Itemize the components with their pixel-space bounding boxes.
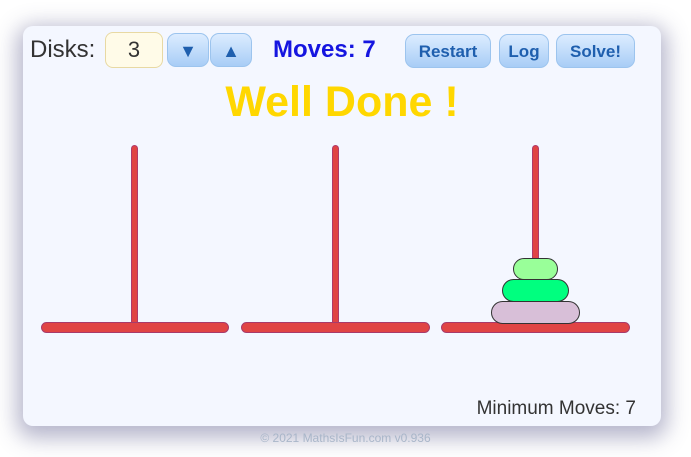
arrow-down-icon: ▼: [179, 41, 197, 61]
disks-count-field[interactable]: 3: [105, 32, 163, 68]
minimum-moves-text: Minimum Moves: 7: [476, 398, 636, 419]
footer-copyright: © 2021 MathsIsFun.com v0.936: [260, 431, 431, 445]
peg-1-base[interactable]: [41, 322, 229, 333]
arrow-up-icon: ▲: [222, 41, 240, 61]
restart-button[interactable]: Restart: [405, 34, 491, 68]
top-backdrop: [0, 0, 691, 28]
disk-large[interactable]: [491, 301, 580, 324]
peg-1-pole[interactable]: [131, 145, 138, 327]
moves-counter: Moves: 7: [273, 36, 376, 63]
solve-button[interactable]: Solve!: [556, 34, 635, 68]
peg-2-base[interactable]: [241, 322, 430, 333]
disk-small[interactable]: [513, 258, 558, 280]
disks-label: Disks:: [30, 36, 96, 63]
disk-medium[interactable]: [502, 279, 569, 302]
success-message: Well Done !: [225, 78, 459, 126]
game-panel: Disks: 3 ▼ ▲ Moves: 7 Restart Log Solve!…: [23, 26, 661, 426]
peg-2-pole[interactable]: [332, 145, 339, 327]
log-button[interactable]: Log: [499, 34, 549, 68]
increase-disks-button[interactable]: ▲: [210, 33, 252, 67]
decrease-disks-button[interactable]: ▼: [167, 33, 209, 67]
